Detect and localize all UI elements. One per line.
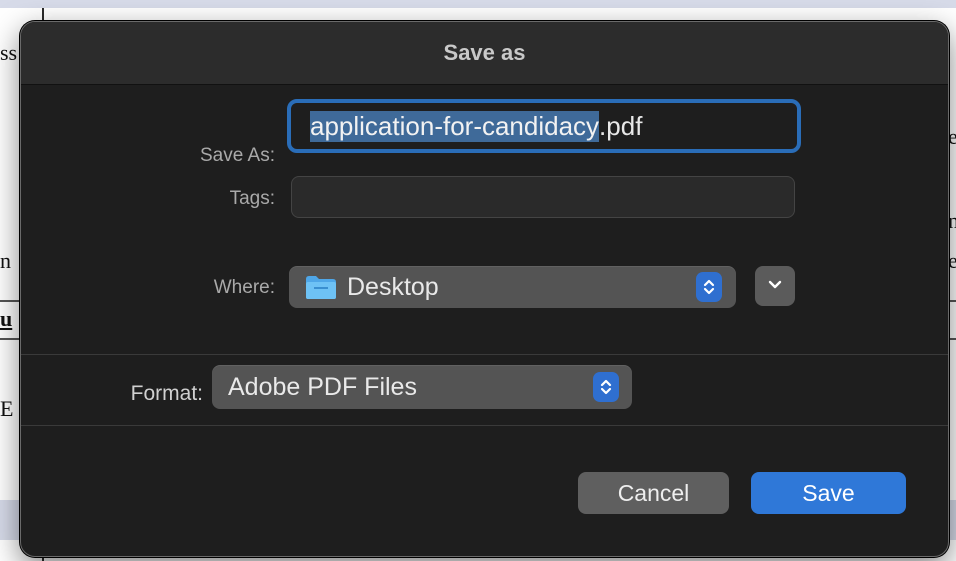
save-button[interactable]: Save — [751, 472, 906, 514]
folder-icon — [305, 274, 337, 300]
dialog-title: Save as — [443, 40, 526, 65]
save-as-label: Save As: — [200, 145, 275, 166]
where-value: Desktop — [347, 272, 439, 301]
format-label: Format: — [130, 382, 203, 405]
filename-extension: .pdf — [599, 110, 643, 141]
filename-input[interactable]: application-for-candidacy .pdf — [287, 99, 801, 153]
chevron-up-down-icon — [696, 272, 722, 302]
where-popup[interactable]: Desktop — [289, 266, 736, 308]
chevron-down-icon — [767, 277, 783, 295]
document-text-fragment: ss — [0, 40, 18, 65]
section-divider — [21, 354, 948, 355]
section-divider — [21, 425, 948, 426]
document-text-fragment: E — [0, 396, 14, 421]
document-text-fragment: n — [948, 208, 956, 233]
document-text-fragment: e — [948, 248, 956, 273]
cancel-button[interactable]: Cancel — [578, 472, 729, 514]
where-label: Where: — [213, 277, 275, 298]
tags-label: Tags: — [229, 188, 275, 209]
chevron-up-down-icon — [593, 372, 619, 402]
format-value: Adobe PDF Files — [228, 372, 417, 401]
document-text-fragment: u — [0, 306, 13, 331]
document-band — [0, 0, 956, 8]
tags-input[interactable] — [291, 176, 795, 218]
save-dialog: Save as Save As: application-for-candida… — [20, 21, 949, 557]
expand-dialog-button[interactable] — [755, 266, 795, 306]
document-text-fragment: e — [948, 124, 956, 149]
filename-selection: application-for-candidacy — [310, 110, 600, 142]
format-popup[interactable]: Adobe PDF Files — [212, 365, 632, 409]
dialog-titlebar: Save as — [21, 22, 948, 85]
document-text-fragment: n — [0, 248, 11, 273]
